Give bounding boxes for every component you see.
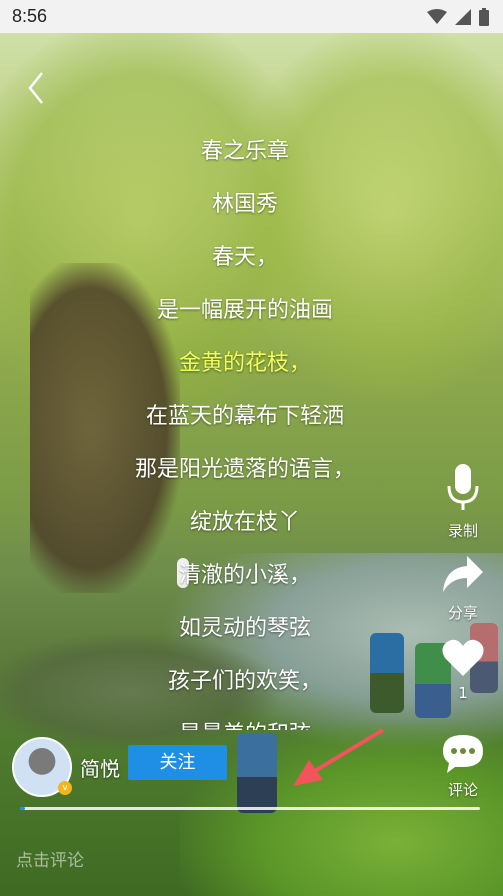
share-button[interactable]: 分享 (433, 552, 493, 623)
battery-icon (479, 8, 489, 26)
poem-title: 春之乐章 (200, 139, 289, 164)
record-label: 录制 (447, 522, 478, 540)
status-time: 8:56 (12, 6, 48, 26)
like-count: 1 (458, 684, 468, 702)
status-icons (427, 8, 489, 26)
playback-progress[interactable] (20, 807, 480, 810)
chat-bubble-icon (443, 735, 483, 773)
back-button[interactable] (22, 68, 52, 108)
comment-label: 评论 (447, 781, 478, 799)
lyric-line: 在蓝天的幕布下轻洒 (145, 404, 344, 429)
chevron-left-icon (28, 72, 43, 104)
lyric-line: 是一幅展开的油画 (156, 298, 333, 323)
lyric-line-active: 金黄的花枝， (178, 351, 311, 376)
record-button[interactable]: 录制 (433, 462, 493, 541)
follow-button[interactable]: 关注 (128, 745, 227, 780)
poem-author: 林国秀 (211, 192, 278, 217)
wifi-icon (427, 9, 447, 24)
lyric-line: 清澈的小溪， (178, 563, 311, 588)
lyric-line: 是最美的和弦 (0, 713, 490, 730)
comment-button[interactable]: 评论 (433, 733, 493, 800)
verified-badge: v (58, 781, 72, 795)
lyric-line: 那是阳光遗落的语言， (134, 457, 355, 482)
heart-icon (442, 639, 484, 676)
child-figure (237, 733, 277, 813)
share-label: 分享 (447, 604, 478, 622)
author-info: v 简悦 (12, 737, 120, 797)
author-name: 简悦 (80, 756, 120, 781)
lyric-line: 如灵动的琴弦 (178, 616, 311, 641)
avatar[interactable]: v (12, 737, 72, 797)
annotation-arrow-icon (293, 728, 385, 786)
lyric-line: 孩子们的欢笑， (167, 669, 322, 694)
progress-fill (20, 807, 25, 810)
share-arrow-icon (443, 556, 483, 592)
like-button[interactable]: 1 (433, 638, 493, 702)
lyric-line: 春天， (211, 245, 278, 270)
microphone-icon (447, 464, 479, 510)
signal-icon (455, 9, 471, 25)
status-bar: 8:56 (0, 0, 503, 33)
lyric-line: 绽放在枝丫 (189, 510, 300, 535)
poem-lyrics: 春之乐章 林国秀 春天， 是一幅展开的油画 金黄的花枝， 在蓝天的幕布下轻洒 那… (0, 130, 490, 730)
comment-input[interactable]: 点击评论 (16, 846, 84, 871)
